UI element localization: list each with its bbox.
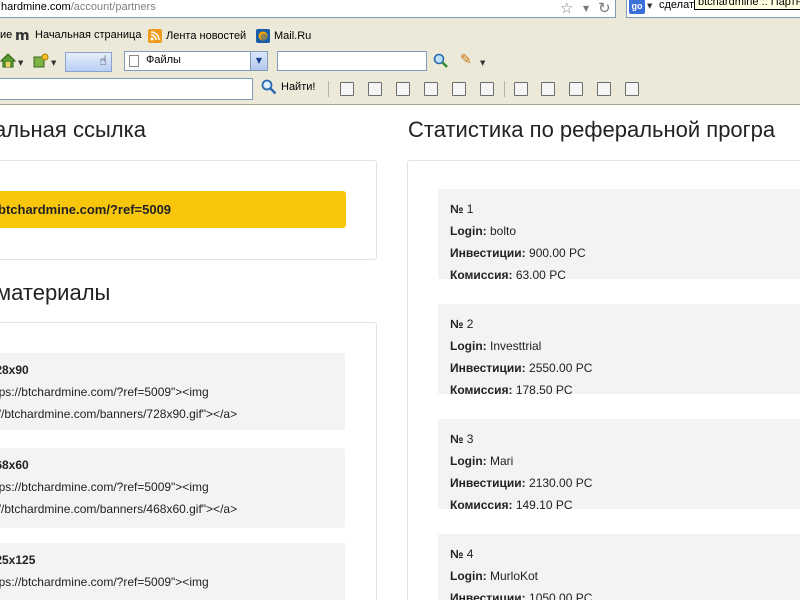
referral-number: № 2 — [450, 317, 474, 331]
toolbar-separator — [504, 81, 505, 97]
search-engine-dropdown-icon[interactable]: ▼ — [647, 2, 652, 10]
referral-number: № 4 — [450, 547, 474, 561]
bookmark-label: Начальная страница — [35, 29, 142, 41]
browser-chrome: hardmine.com/account/partners ☆ ▼ ↻ go ▼… — [0, 0, 800, 105]
referral-item: № 1 Login: bolto Инвестиции: 900.00 PC К… — [438, 189, 800, 282]
url-host: hardmine.com — [1, 1, 71, 13]
referral-link-heading: альная ссылка — [0, 117, 146, 142]
file-icon — [129, 55, 139, 67]
find-button[interactable]: Найти! — [261, 79, 315, 95]
tools-icon[interactable] — [541, 82, 555, 96]
referral-commission: Комиссия: 149.10 PC — [450, 498, 573, 512]
video-icon[interactable] — [396, 82, 410, 96]
person-icon[interactable] — [340, 82, 354, 96]
banner-block-728x90: р 728x90 ="https://btchardmine.com/?ref=… — [0, 353, 345, 430]
bookmark-label: Лента новостей — [166, 29, 247, 42]
toolbar-separator — [328, 81, 329, 97]
referral-login: Login: bolto — [450, 224, 517, 238]
bookmark-label: ие — [0, 29, 13, 41]
bookmark-home-page[interactable]: m Начальная страница — [15, 29, 141, 41]
banner-code-line[interactable]: ttps://btchardmine.com/banners/728x90.gi… — [0, 407, 237, 421]
referral-item: № 2 Login: Investtrial Инвестиции: 2550.… — [438, 304, 800, 397]
banner-block-125x125: р 125x125 ="https://btchardmine.com/?ref… — [0, 543, 345, 600]
files-search-input[interactable] — [277, 51, 427, 71]
banner-code-line[interactable]: ="https://btchardmine.com/?ref=5009"><im… — [0, 575, 209, 589]
pen-dropdown-icon[interactable]: ▼ — [480, 59, 485, 67]
notes-icon[interactable] — [597, 82, 611, 96]
files-select[interactable]: Файлы ▼ — [124, 51, 268, 71]
rss-icon — [148, 29, 162, 43]
address-bar[interactable]: hardmine.com/account/partners — [0, 0, 616, 18]
pen-icon[interactable]: ✎ — [460, 52, 472, 68]
mail-icon[interactable] — [424, 82, 438, 96]
hand-icon: ☝ — [99, 54, 107, 69]
toolbar-row-1: ▼ ▼ ☝ Файлы ▼ ✎ ▼ — [0, 50, 800, 74]
tab-tooltip: btchardmine :: Партн — [694, 0, 800, 10]
search-icon[interactable] — [433, 53, 449, 69]
bookmark-news-feed[interactable]: Лента новостей — [148, 29, 246, 43]
document-icon[interactable] — [569, 82, 583, 96]
referral-item: № 4 Login: MurloKot Инвестиции: 1050.00 … — [438, 534, 800, 600]
banner-title: р 468x60 — [0, 458, 29, 472]
referral-login: Login: Mari — [450, 454, 514, 468]
addon-dropdown-icon[interactable]: ▼ — [51, 59, 56, 67]
m-logo-icon: m — [15, 29, 30, 41]
banner-title: р 125x125 — [0, 553, 36, 567]
referral-commission: Комиссия: 63.00 PC — [450, 268, 566, 282]
home-dropdown-icon[interactable]: ▼ — [18, 59, 23, 67]
banner-code-line[interactable]: ttps://btchardmine.com/banners/468x60.gi… — [0, 502, 237, 516]
stats-heading: Статистика по реферальной програ — [408, 117, 776, 142]
home-icon[interactable] — [0, 53, 16, 68]
magnifier-icon — [261, 79, 277, 95]
referral-number: № 3 — [450, 432, 474, 446]
banner-block-468x60: р 468x60 ="https://btchardmine.com/?ref=… — [0, 448, 345, 528]
referral-investment: Инвестиции: 1050.00 PC — [450, 591, 593, 600]
find-input[interactable] — [0, 78, 253, 100]
referral-login: Login: Investtrial — [450, 339, 542, 353]
toolbar-row-2: Найти! — [0, 76, 800, 102]
search-engine-icon[interactable]: go — [629, 0, 645, 14]
chevron-down-icon[interactable]: ▼ — [583, 4, 589, 13]
music-icon[interactable] — [514, 82, 528, 96]
calendar-icon[interactable] — [452, 82, 466, 96]
chevron-down-icon[interactable]: ▼ — [250, 52, 267, 70]
find-button-label: Найти! — [281, 80, 316, 93]
referral-login: Login: MurloKot — [450, 569, 539, 583]
referral-item: № 3 Login: Mari Инвестиции: 2130.00 PC К… — [438, 419, 800, 512]
referral-investment: Инвестиции: 2550.00 PC — [450, 361, 593, 375]
url-path: /account/partners — [70, 1, 156, 13]
bookmarks-bar: ие m Начальная страница Лента новостей @ M… — [0, 24, 800, 48]
svg-text:@: @ — [260, 33, 267, 41]
book-icon[interactable] — [625, 82, 639, 96]
bookmark-mail-ru[interactable]: @ Mail.Ru — [256, 29, 311, 43]
mailru-icon: @ — [256, 29, 270, 43]
files-select-value: Файлы — [146, 54, 181, 66]
hand-tool-button[interactable]: ☝ — [65, 52, 112, 72]
address-bar-row: hardmine.com/account/partners ☆ ▼ ↻ go ▼… — [0, 0, 800, 22]
referral-link-field[interactable]: btchardmine.com/?ref=5009 — [0, 191, 346, 228]
promo-materials-heading: материалы — [0, 280, 111, 305]
banner-code-line[interactable]: ="https://btchardmine.com/?ref=5009"><im… — [0, 385, 209, 399]
addon-icon[interactable] — [33, 53, 49, 68]
referral-number: № 1 — [450, 202, 474, 216]
svg-text:m: m — [15, 29, 30, 41]
reload-icon[interactable]: ↻ — [598, 0, 611, 17]
referral-investment: Инвестиции: 2130.00 PC — [450, 476, 593, 490]
image-icon[interactable] — [368, 82, 382, 96]
bookmark-item-1[interactable]: ие — [0, 29, 12, 41]
star-icon[interactable]: ☆ — [560, 0, 573, 17]
gift-icon[interactable] — [480, 82, 494, 96]
banner-title: р 728x90 — [0, 363, 29, 377]
referral-investment: Инвестиции: 900.00 PC — [450, 246, 586, 260]
bookmark-label: Mail.Ru — [274, 29, 312, 42]
banner-code-line[interactable]: ="https://btchardmine.com/?ref=5009"><im… — [0, 480, 209, 494]
referral-commission: Комиссия: 178.50 PC — [450, 383, 573, 397]
page-content: альная ссылка btchardmine.com/?ref=5009 … — [0, 105, 800, 600]
